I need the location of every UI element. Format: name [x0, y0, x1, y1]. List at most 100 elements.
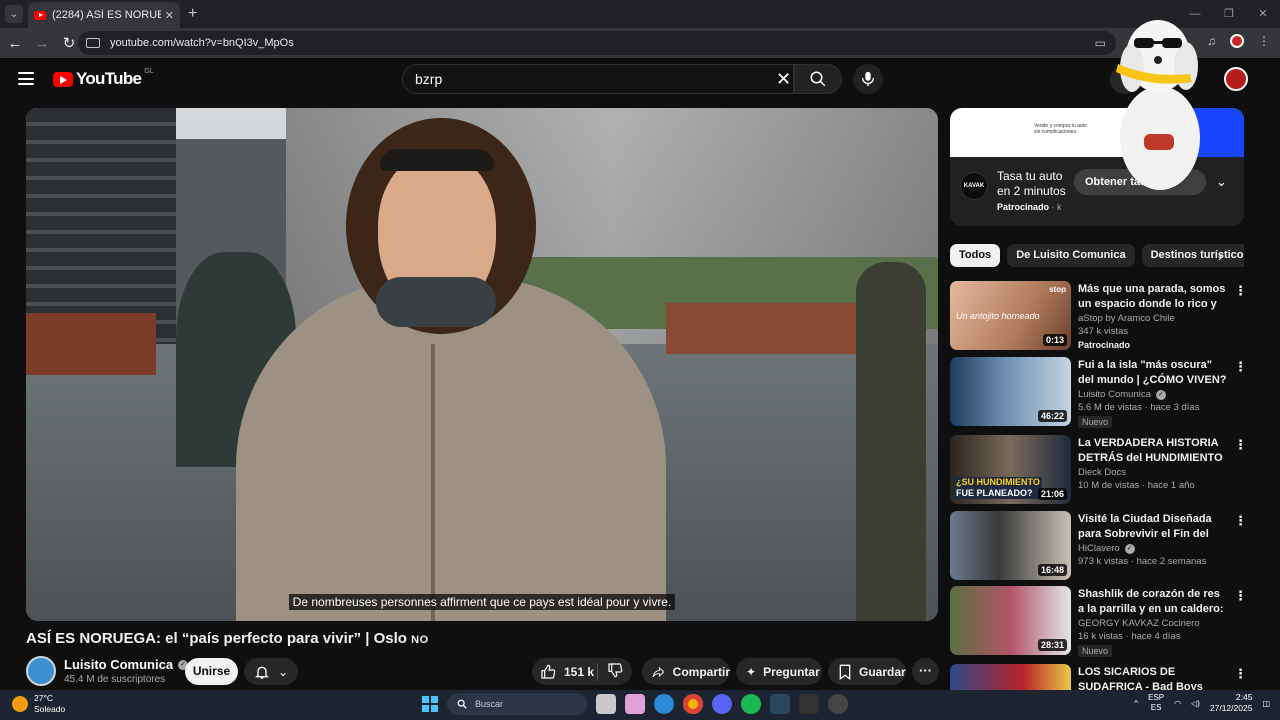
new-tab-icon[interactable]: + [188, 5, 197, 23]
more-vertical-icon[interactable]: ⋮ [1234, 283, 1247, 299]
recommendation-channel[interactable]: Luisito Comunica ✓ [1078, 389, 1166, 400]
dislike-button[interactable] [598, 662, 632, 681]
recommendation-channel[interactable]: HiClavero ✓ [1078, 543, 1135, 554]
browser-menu-icon[interactable]: ⋮ [1258, 34, 1270, 48]
video-player[interactable]: De nombreuses personnes affirment que ce… [26, 108, 938, 621]
recommendation-item[interactable]: stop Un antojito horneado 0:13 Más que u… [950, 281, 1247, 351]
clock[interactable]: 2:45 27/12/2025 [1210, 692, 1253, 714]
join-button[interactable]: Unirse [185, 658, 238, 685]
advertiser-logo[interactable]: KAVAK [960, 172, 988, 200]
ad-title[interactable]: Tasa tu auto en 2 minutos [997, 169, 1069, 199]
account-avatar[interactable] [1224, 67, 1248, 91]
chevron-up-icon[interactable]: ^ [1134, 699, 1138, 708]
video-thumbnail[interactable]: 28:31 [950, 586, 1071, 655]
chip-all[interactable]: Todos [950, 244, 1001, 267]
windows-start-icon[interactable] [422, 696, 438, 712]
more-vertical-icon[interactable]: ⋮ [1234, 588, 1247, 604]
recommendation-title[interactable]: Visité la Ciudad Diseñada para Sobrevivi… [1078, 512, 1228, 542]
video-duration: 21:06 [1037, 488, 1067, 500]
taskbar-search[interactable]: Buscar [447, 693, 587, 715]
forward-arrow-icon[interactable]: → [30, 35, 54, 52]
clear-search-icon[interactable]: ✕ [776, 64, 791, 94]
channel-name[interactable]: Luisito Comunica ✓ [64, 657, 189, 672]
close-window-icon[interactable]: ✕ [1246, 0, 1280, 28]
chip-tourist-destinations[interactable]: Destinos turísticos [1141, 244, 1244, 267]
more-actions-button[interactable]: ··· [912, 658, 939, 685]
recommendation-title[interactable]: Shashlik de corazón de res a la parrilla… [1078, 587, 1228, 617]
video-frame-headband [380, 149, 494, 172]
discord-icon[interactable] [712, 694, 732, 714]
site-settings-icon[interactable] [86, 38, 100, 48]
chevron-down-icon[interactable]: ⌄ [1216, 174, 1227, 190]
recommendation-title[interactable]: Más que una parada, somos un espacio don… [1078, 282, 1228, 312]
video-duration: 16:48 [1037, 564, 1067, 576]
cast-icon[interactable]: ▭ [1095, 36, 1106, 50]
youtube-logo[interactable]: YouTube GL [53, 68, 154, 89]
tab-search-button[interactable]: ⌄ [5, 5, 23, 23]
video-thumbnail[interactable] [950, 664, 1071, 690]
video-thumbnail[interactable]: ¿SU HUNDIMIENTO FUE PLANEADO? 21:06 [950, 435, 1071, 504]
ask-label: Preguntar [763, 664, 820, 679]
recommendation-item[interactable]: 46:22 Fui a la isla "más oscura" del mun… [950, 357, 1247, 428]
recommendation-channel[interactable]: GEORGY KAVKAZ Cocinero [1078, 618, 1200, 629]
recommendation-title[interactable]: La VERDADERA HISTORIA DETRÁS del HUNDIMI… [1078, 436, 1228, 466]
more-vertical-icon[interactable]: ⋮ [1234, 513, 1247, 529]
dog-sticker-image [1116, 20, 1200, 190]
menu-icon[interactable] [18, 72, 34, 85]
edge-icon[interactable] [654, 694, 674, 714]
task-view-icon[interactable] [596, 694, 616, 714]
spotify-icon[interactable] [741, 694, 761, 714]
video-thumbnail[interactable]: 16:48 [950, 511, 1071, 580]
ask-button[interactable]: ✦ Preguntar [736, 658, 822, 685]
chevron-right-icon[interactable]: › [1218, 248, 1223, 264]
ad-advertiser: · k [1049, 202, 1062, 212]
copilot-icon[interactable] [625, 694, 645, 714]
video-thumbnail[interactable]: stop Un antojito horneado 0:13 [950, 281, 1071, 350]
recommendation-meta: 5.6 M de vistas · hace 3 días [1078, 402, 1200, 413]
video-frame-passerby [856, 261, 926, 621]
like-button[interactable]: 151 k [532, 662, 598, 681]
recommendation-channel[interactable]: Dieck Docs [1078, 467, 1126, 478]
recommendation-item[interactable]: 16:48 Visité la Ciudad Diseñada para Sob… [950, 511, 1247, 581]
notifications-button[interactable]: ⌄ [244, 658, 298, 685]
recommendation-title[interactable]: Fui a la isla "más oscura" del mundo | ¿… [1078, 358, 1228, 388]
volume-icon[interactable]: ◁) [1191, 699, 1200, 708]
browser-tab-active[interactable]: (2284) ASÍ ES NORUEGA: el "país ✕ [28, 2, 180, 28]
url-text: youtube.com/watch?v=bnQI3v_MpOs [110, 37, 294, 49]
recommendation-channel[interactable]: aStop by Aramco Chile [1078, 313, 1175, 324]
recommendation-item[interactable]: 28:31 Shashlik de corazón de res a la pa… [950, 586, 1247, 657]
search-button[interactable] [794, 64, 842, 94]
recommendation-item[interactable]: LOS SICARIOS DE SUDAFRICA - Bad Boys ⋮ [950, 664, 1244, 690]
back-arrow-icon[interactable]: ← [3, 35, 27, 52]
recommendation-title[interactable]: LOS SICARIOS DE SUDAFRICA - Bad Boys [1078, 665, 1228, 690]
epic-games-icon[interactable] [799, 694, 819, 714]
chip-from-channel[interactable]: De Luisito Comunica [1007, 244, 1135, 267]
channel-avatar[interactable] [26, 656, 56, 686]
tab-close-icon[interactable]: ✕ [165, 9, 174, 22]
voice-search-button[interactable] [853, 64, 883, 94]
windows-taskbar: 27°C Soleado Buscar ^ ESP ES ◠ ◁) 2:45 2… [0, 690, 1280, 720]
search-input[interactable]: bzrp [402, 64, 794, 94]
video-thumbnail[interactable]: 46:22 [950, 357, 1071, 426]
wifi-icon[interactable]: ◠ [1174, 699, 1181, 708]
recommendation-meta: 16 k vistas · hace 4 días [1078, 631, 1181, 642]
save-button[interactable]: Guardar [828, 658, 906, 685]
weather-widget[interactable]: 27°C Soleado [12, 693, 65, 715]
share-button[interactable]: Compartir [642, 658, 730, 685]
app-icon[interactable] [828, 694, 848, 714]
chrome-icon[interactable] [683, 694, 703, 714]
video-subtitle: De nombreuses personnes affirment que ce… [26, 593, 938, 611]
save-label: Guardar [859, 664, 906, 679]
more-vertical-icon[interactable]: ⋮ [1234, 437, 1247, 453]
steam-icon[interactable] [770, 694, 790, 714]
profile-avatar[interactable] [1230, 34, 1244, 48]
ad-sponsored-line: Patrocinado · k [997, 202, 1062, 212]
language-indicator[interactable]: ESP ES [1148, 693, 1164, 713]
recommendation-item[interactable]: ¿SU HUNDIMIENTO FUE PLANEADO? 21:06 La VE… [950, 435, 1247, 505]
more-vertical-icon[interactable]: ⋮ [1234, 666, 1244, 682]
restore-icon[interactable]: ❐ [1212, 0, 1246, 28]
notifications-icon[interactable]: ◫ [1262, 699, 1270, 708]
address-bar[interactable]: youtube.com/watch?v=bnQI3v_MpOs ▭ [78, 31, 1116, 55]
thumbs-down-icon [608, 663, 623, 678]
more-vertical-icon[interactable]: ⋮ [1234, 359, 1247, 375]
